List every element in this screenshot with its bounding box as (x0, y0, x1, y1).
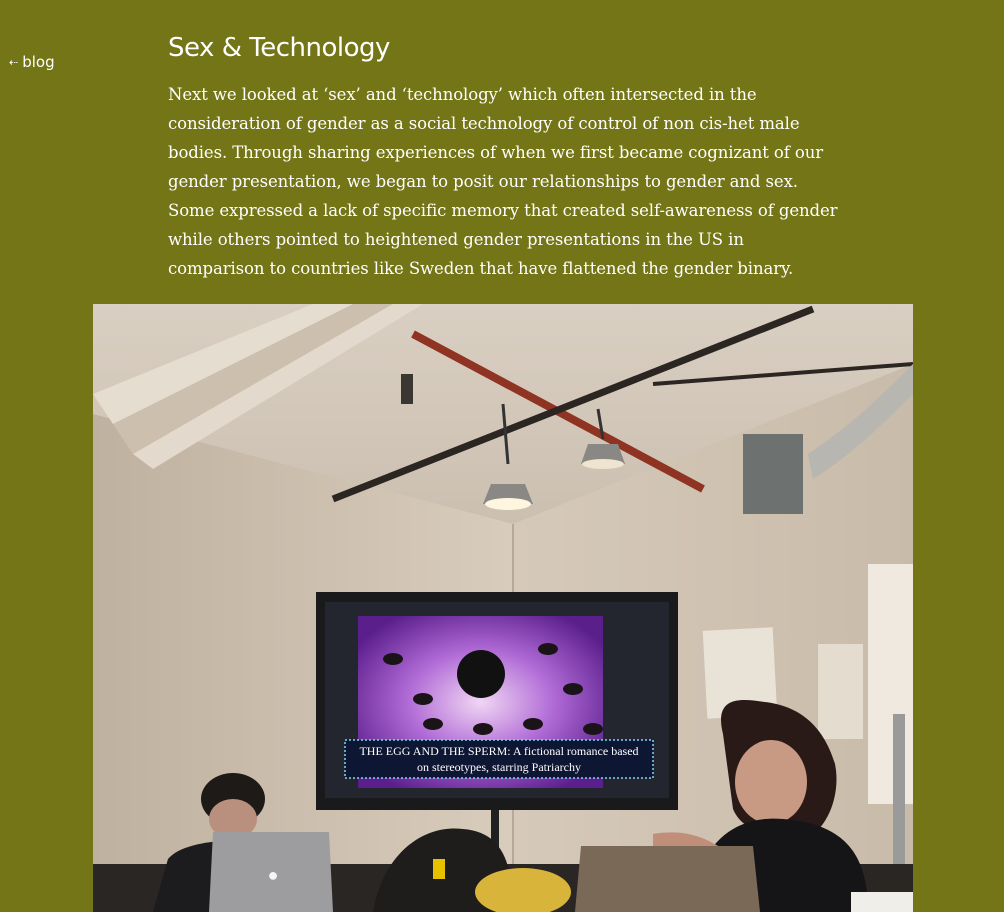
article-title: Sex & Technology (168, 33, 390, 63)
screen-caption-line1: THE EGG AND THE SPERM: A fictional roman… (359, 744, 638, 758)
blog-article: Sex & Technology Next we looked at ‘sex’… (168, 28, 838, 283)
apple-logo-icon: ● (268, 865, 279, 885)
article-photo: THE EGG AND THE SPERM: A fictional roman… (93, 304, 913, 912)
article-body: Next we looked at ‘sex’ and ‘technology’… (168, 85, 838, 278)
screen-caption-line2: on stereotypes, starring Patriarchy (417, 760, 581, 774)
back-arrow-icon: ⇠ (9, 55, 19, 69)
back-to-blog-link[interactable]: ⇠ blog (9, 53, 55, 71)
back-link-label: blog (22, 53, 55, 71)
